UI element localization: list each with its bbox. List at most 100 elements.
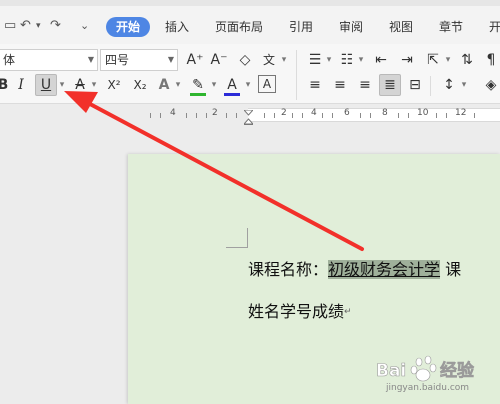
distributed-align-icon[interactable]: ⊟ [406, 74, 424, 96]
tab-section[interactable]: 章节 [439, 17, 463, 37]
chevron-down-icon: ▼ [167, 55, 174, 64]
ruler-label: 10 [417, 108, 429, 118]
tab-insert[interactable]: 插入 [165, 17, 189, 37]
increase-indent-icon[interactable]: ⇥ [398, 49, 416, 71]
undo-dropdown-icon[interactable]: ▾ [36, 17, 41, 35]
home-toolbar: 体 ▼ 四号 ▼ A⁺ A⁻ ◇ 文 ▾ ☰ ▾ ☷ ▾ ⇤ ⇥ ⇱ ▾ ⇅ ¶… [0, 44, 500, 104]
chevron-down-icon[interactable]: ▾ [357, 49, 365, 71]
shrink-font-button[interactable]: A⁻ [210, 49, 228, 71]
svg-text:经验: 经验 [440, 360, 475, 381]
chevron-down-icon[interactable]: ▾ [210, 74, 218, 96]
ruler-tick [186, 113, 187, 118]
chevron-down-icon[interactable]: ▾ [280, 49, 288, 71]
ruler-tick [360, 113, 361, 118]
ruler-tick [236, 113, 237, 118]
ruler-tick [226, 113, 227, 118]
ruler-tick [474, 113, 475, 118]
decrease-indent-icon[interactable]: ⇤ [372, 49, 390, 71]
margin-corner-mark [226, 228, 248, 248]
tab-page-layout[interactable]: 页面布局 [215, 17, 263, 37]
ruler-tick [292, 113, 293, 118]
align-left-icon[interactable]: ≡ [306, 74, 324, 96]
character-border-button[interactable]: A [258, 75, 276, 93]
ruler-tick [408, 113, 409, 118]
superscript-button[interactable]: X² [104, 74, 124, 96]
ruler-tick [264, 113, 265, 118]
ruler-label: 6 [344, 108, 350, 118]
chevron-down-icon[interactable]: ▾ [460, 74, 468, 96]
bullet-list-icon[interactable]: ☰ [306, 49, 324, 71]
chevron-down-icon[interactable]: ▾ [174, 74, 182, 96]
align-right-icon[interactable]: ≡ [356, 74, 374, 96]
ruler-label: 12 [455, 108, 467, 118]
tab-references[interactable]: 引用 [289, 17, 313, 37]
chevron-down-icon[interactable]: ▾ [325, 49, 333, 71]
quick-access-dropdown-icon[interactable]: ⌄ [80, 17, 89, 35]
highlight-color-bar [190, 93, 206, 96]
chevron-down-icon[interactable]: ▾ [244, 74, 252, 96]
svg-text:Bai: Bai [376, 361, 406, 381]
ruler-tick [446, 113, 447, 118]
ruler-tick [196, 113, 197, 118]
tab-more[interactable]: 开 [489, 17, 500, 37]
align-center-icon[interactable]: ≡ [331, 74, 349, 96]
selected-text[interactable]: 初级财务会计学 [328, 260, 441, 279]
ruler-tick [370, 113, 371, 118]
chevron-down-icon[interactable]: ▾ [90, 74, 98, 96]
ruler-tick [436, 113, 437, 118]
ruler-tick [160, 113, 161, 118]
clear-format-icon[interactable]: ◇ [236, 49, 254, 71]
ruler-tick [398, 113, 399, 118]
ruler-tick [206, 113, 207, 118]
sort-icon[interactable]: ⇅ [458, 49, 476, 71]
bold-button[interactable]: B [0, 74, 10, 96]
tab-home[interactable]: 开始 [106, 17, 151, 37]
phonetic-guide-button[interactable]: 文 [260, 49, 278, 71]
font-size-select[interactable]: 四号 ▼ [100, 49, 178, 71]
paragraph-mark: ↵ [344, 307, 352, 317]
tab-view[interactable]: 视图 [389, 17, 413, 37]
font-color-bar [224, 93, 240, 96]
ruler-label: 8 [382, 108, 388, 118]
justify-icon[interactable]: ≣ [379, 74, 401, 96]
document-line-2[interactable]: 姓名学号成绩↵ [248, 301, 352, 323]
ruler-label: 4 [170, 108, 176, 118]
tab-review[interactable]: 审阅 [339, 17, 363, 37]
redo-icon[interactable]: ↷ [50, 17, 61, 35]
ribbon-tab-bar: ▭ ↶ ▾ ↷ ⌄ 开始 插入 页面布局 引用 审阅 视图 章节 开 [0, 0, 500, 44]
watermark-url: jingyan.baidu.com [386, 383, 470, 393]
underline-dropdown-icon[interactable]: ▾ [58, 74, 66, 96]
ruler-label: 2 [281, 108, 287, 118]
text-effect-button[interactable]: A [156, 74, 172, 96]
divider [430, 76, 431, 96]
grow-font-button[interactable]: A⁺ [186, 49, 204, 71]
subscript-button[interactable]: X₂ [130, 74, 150, 96]
numbered-list-icon[interactable]: ☷ [338, 49, 356, 71]
ruler-tick [332, 113, 333, 118]
ruler-tick [322, 113, 323, 118]
ruler-tick [150, 113, 151, 118]
font-name-select[interactable]: 体 ▼ [0, 49, 98, 71]
trailing-text: 课 [440, 260, 462, 279]
print-preview-icon[interactable]: ▭ [4, 17, 16, 35]
title-strip [0, 0, 500, 6]
divider [296, 50, 297, 100]
line-2-text: 姓名学号成绩 [248, 302, 345, 321]
course-name-label: 课程名称： [248, 260, 329, 279]
chevron-down-icon[interactable]: ▾ [444, 49, 452, 71]
ruler-tick [302, 113, 303, 118]
italic-button[interactable]: I [14, 74, 28, 96]
document-line-1[interactable]: 课程名称：初级财务会计学 课 [248, 259, 461, 281]
underline-button[interactable]: U [35, 74, 57, 96]
chevron-down-icon: ▼ [87, 55, 94, 64]
chinese-layout-icon[interactable]: ⇱ [424, 49, 442, 71]
ruler-label: 2 [212, 108, 218, 118]
line-spacing-icon[interactable]: ↕ [440, 74, 458, 96]
font-size-value: 四号 [105, 53, 130, 67]
show-marks-icon[interactable]: ¶ [482, 49, 500, 71]
undo-icon[interactable]: ↶ [20, 17, 31, 35]
shading-icon[interactable]: ◈ [482, 74, 500, 96]
font-name-value: 体 [3, 53, 16, 67]
ruler-label: 4 [311, 108, 317, 118]
strike-color-bar [73, 93, 87, 96]
